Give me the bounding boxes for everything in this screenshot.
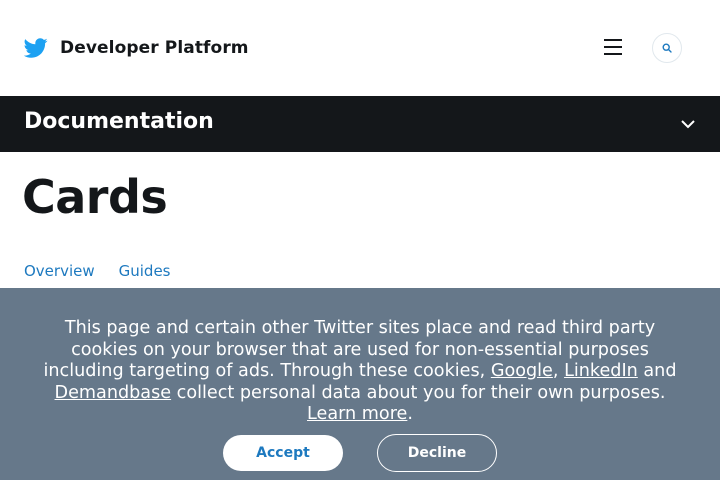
documentation-bar[interactable]: Documentation (0, 96, 720, 152)
page-tabs: Overview Guides (24, 262, 195, 280)
tab-overview[interactable]: Overview (24, 262, 95, 280)
chevron-down-icon[interactable] (680, 118, 696, 130)
menu-button[interactable] (602, 38, 624, 56)
hamburger-menu-icon (604, 39, 622, 41)
brand-link[interactable]: Developer Platform (24, 36, 249, 60)
search-icon (662, 43, 672, 53)
top-navigation: Developer Platform (0, 0, 720, 96)
twitter-bird-icon (24, 38, 48, 58)
google-link[interactable]: Google (491, 361, 553, 381)
page-title: Cards (22, 170, 168, 224)
cookie-banner: This page and certain other Twitter site… (0, 288, 720, 480)
accept-cookies-button[interactable]: Accept (223, 435, 343, 471)
tab-guides[interactable]: Guides (119, 262, 171, 280)
demandbase-link[interactable]: Demandbase (55, 383, 172, 403)
search-button[interactable] (652, 33, 682, 63)
brand-name: Developer Platform (60, 38, 249, 58)
linkedin-link[interactable]: LinkedIn (564, 361, 638, 381)
cookie-message: This page and certain other Twitter site… (43, 318, 677, 425)
documentation-title: Documentation (24, 109, 214, 134)
decline-cookies-button[interactable]: Decline (377, 434, 497, 472)
learn-more-link[interactable]: Learn more (307, 404, 407, 424)
